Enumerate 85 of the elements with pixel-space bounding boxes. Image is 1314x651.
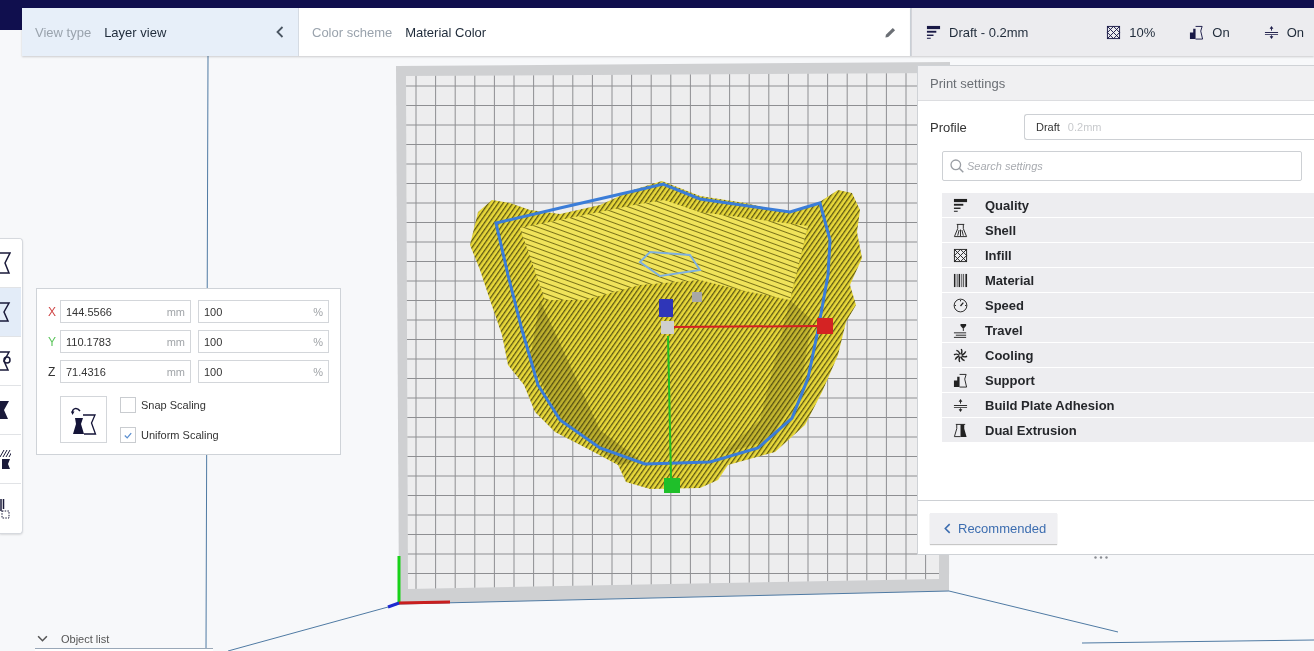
profile-label: Profile — [930, 119, 968, 135]
checkbox-label: Uniform Scaling — [141, 429, 219, 441]
reset-button[interactable] — [60, 396, 107, 443]
vertical-lines-icon — [953, 272, 968, 288]
check-icon — [124, 431, 132, 439]
checkbox-label: Snap Scaling — [141, 399, 206, 411]
checkbox[interactable] — [120, 427, 136, 443]
checkbox[interactable] — [120, 397, 136, 413]
chevron-down-icon — [37, 635, 48, 643]
settings-category[interactable]: Shell — [942, 218, 1314, 242]
size-input-field[interactable]: 110.1783 mm — [60, 330, 191, 353]
tool-button[interactable] — [0, 435, 21, 484]
print-setup-bar[interactable]: Draft - 0.2mm 10% On On — [911, 8, 1314, 56]
z-axis-line — [387, 601, 400, 609]
y-axis-line — [397, 556, 401, 603]
object-list-toggle[interactable]: Object list — [35, 630, 1314, 648]
selector-label: Color scheme — [312, 24, 393, 40]
recommended-button[interactable]: Recommended — [930, 513, 1058, 544]
search-icon — [950, 159, 964, 173]
selector-label: View type — [35, 24, 92, 40]
percent-input-field[interactable]: 100 % — [198, 300, 329, 323]
settings-category[interactable]: Support — [942, 368, 1314, 392]
tool-button[interactable] — [0, 288, 21, 337]
unit-label: % — [313, 335, 323, 348]
scale-handle[interactable] — [659, 299, 673, 317]
layer-arrows-icon — [953, 397, 968, 413]
settings-category[interactable]: Infill — [942, 243, 1314, 267]
scale-handle[interactable] — [692, 292, 702, 302]
percent-input-field[interactable]: 100 % — [198, 330, 329, 353]
fan-icon — [953, 347, 968, 363]
unit-label: % — [313, 365, 323, 378]
scale-handle[interactable] — [664, 478, 680, 493]
settings-category[interactable]: Material — [942, 268, 1314, 292]
scale-handle[interactable] — [817, 318, 833, 334]
tool-button[interactable] — [0, 239, 21, 288]
dual-vase-icon — [953, 422, 968, 438]
crosshatch-square-icon — [1106, 24, 1122, 40]
gauge-icon — [953, 297, 968, 313]
unit-label: mm — [166, 335, 185, 348]
axis-label: Y — [48, 334, 57, 349]
vase-filled-icon — [0, 399, 11, 421]
stacked-bars-icon — [953, 197, 968, 213]
selector-value: Layer view — [104, 24, 167, 40]
unit-label: mm — [166, 365, 185, 378]
panel-title: Print settings — [918, 66, 1314, 101]
chevron-left-icon — [276, 26, 284, 38]
color-scheme-selector[interactable]: Color scheme Material Color — [299, 8, 911, 56]
size-input-field[interactable]: 144.5566 mm — [60, 300, 191, 323]
setting-value: Draft - 0.2mm — [949, 24, 1029, 40]
hatched-vase-icon — [0, 448, 11, 470]
view-type-selector[interactable]: View type Layer view — [22, 8, 299, 56]
axis-label: Z — [48, 364, 57, 379]
unit-label: mm — [166, 305, 185, 318]
setting-value: 10% — [1129, 24, 1156, 40]
selector-value: Material Color — [405, 24, 487, 40]
crosshatch-square-icon — [953, 247, 968, 263]
drag-handle-icon[interactable] — [1093, 556, 1108, 559]
settings-category[interactable]: Speed — [942, 293, 1314, 317]
percent-input-field[interactable]: 100 % — [198, 360, 329, 383]
settings-category[interactable]: Build Plate Adhesion — [942, 393, 1314, 417]
settings-category[interactable]: Dual Extrusion — [942, 418, 1314, 442]
layer-arrows-icon — [1263, 24, 1279, 40]
unit-label: % — [313, 305, 323, 318]
vase-outline-icon — [0, 301, 11, 323]
dashed-square-icon — [0, 497, 11, 520]
settings-category[interactable]: Quality — [942, 193, 1314, 217]
x-axis-line — [398, 600, 451, 605]
axis-label: X — [48, 304, 57, 319]
nozzle-icon — [953, 322, 968, 338]
setting-value: On — [1212, 24, 1230, 40]
stacked-bars-icon — [926, 24, 941, 40]
tool-button[interactable] — [0, 386, 21, 435]
center-handle[interactable] — [661, 321, 674, 334]
setting-value: On — [1286, 24, 1304, 40]
settings-category[interactable]: Cooling — [942, 343, 1314, 367]
support-block-icon — [1189, 24, 1205, 40]
pencil-icon — [885, 26, 896, 38]
size-input-field[interactable]: 71.4316 mm — [60, 360, 191, 383]
chevron-left-icon — [944, 523, 951, 534]
settings-category[interactable]: Travel — [942, 318, 1314, 342]
vase-outline-icon — [0, 252, 11, 274]
tool-button[interactable] — [0, 484, 21, 533]
vase-outline-icon — [953, 222, 968, 238]
support-block-icon — [953, 372, 968, 388]
tool-button[interactable] — [0, 337, 21, 386]
